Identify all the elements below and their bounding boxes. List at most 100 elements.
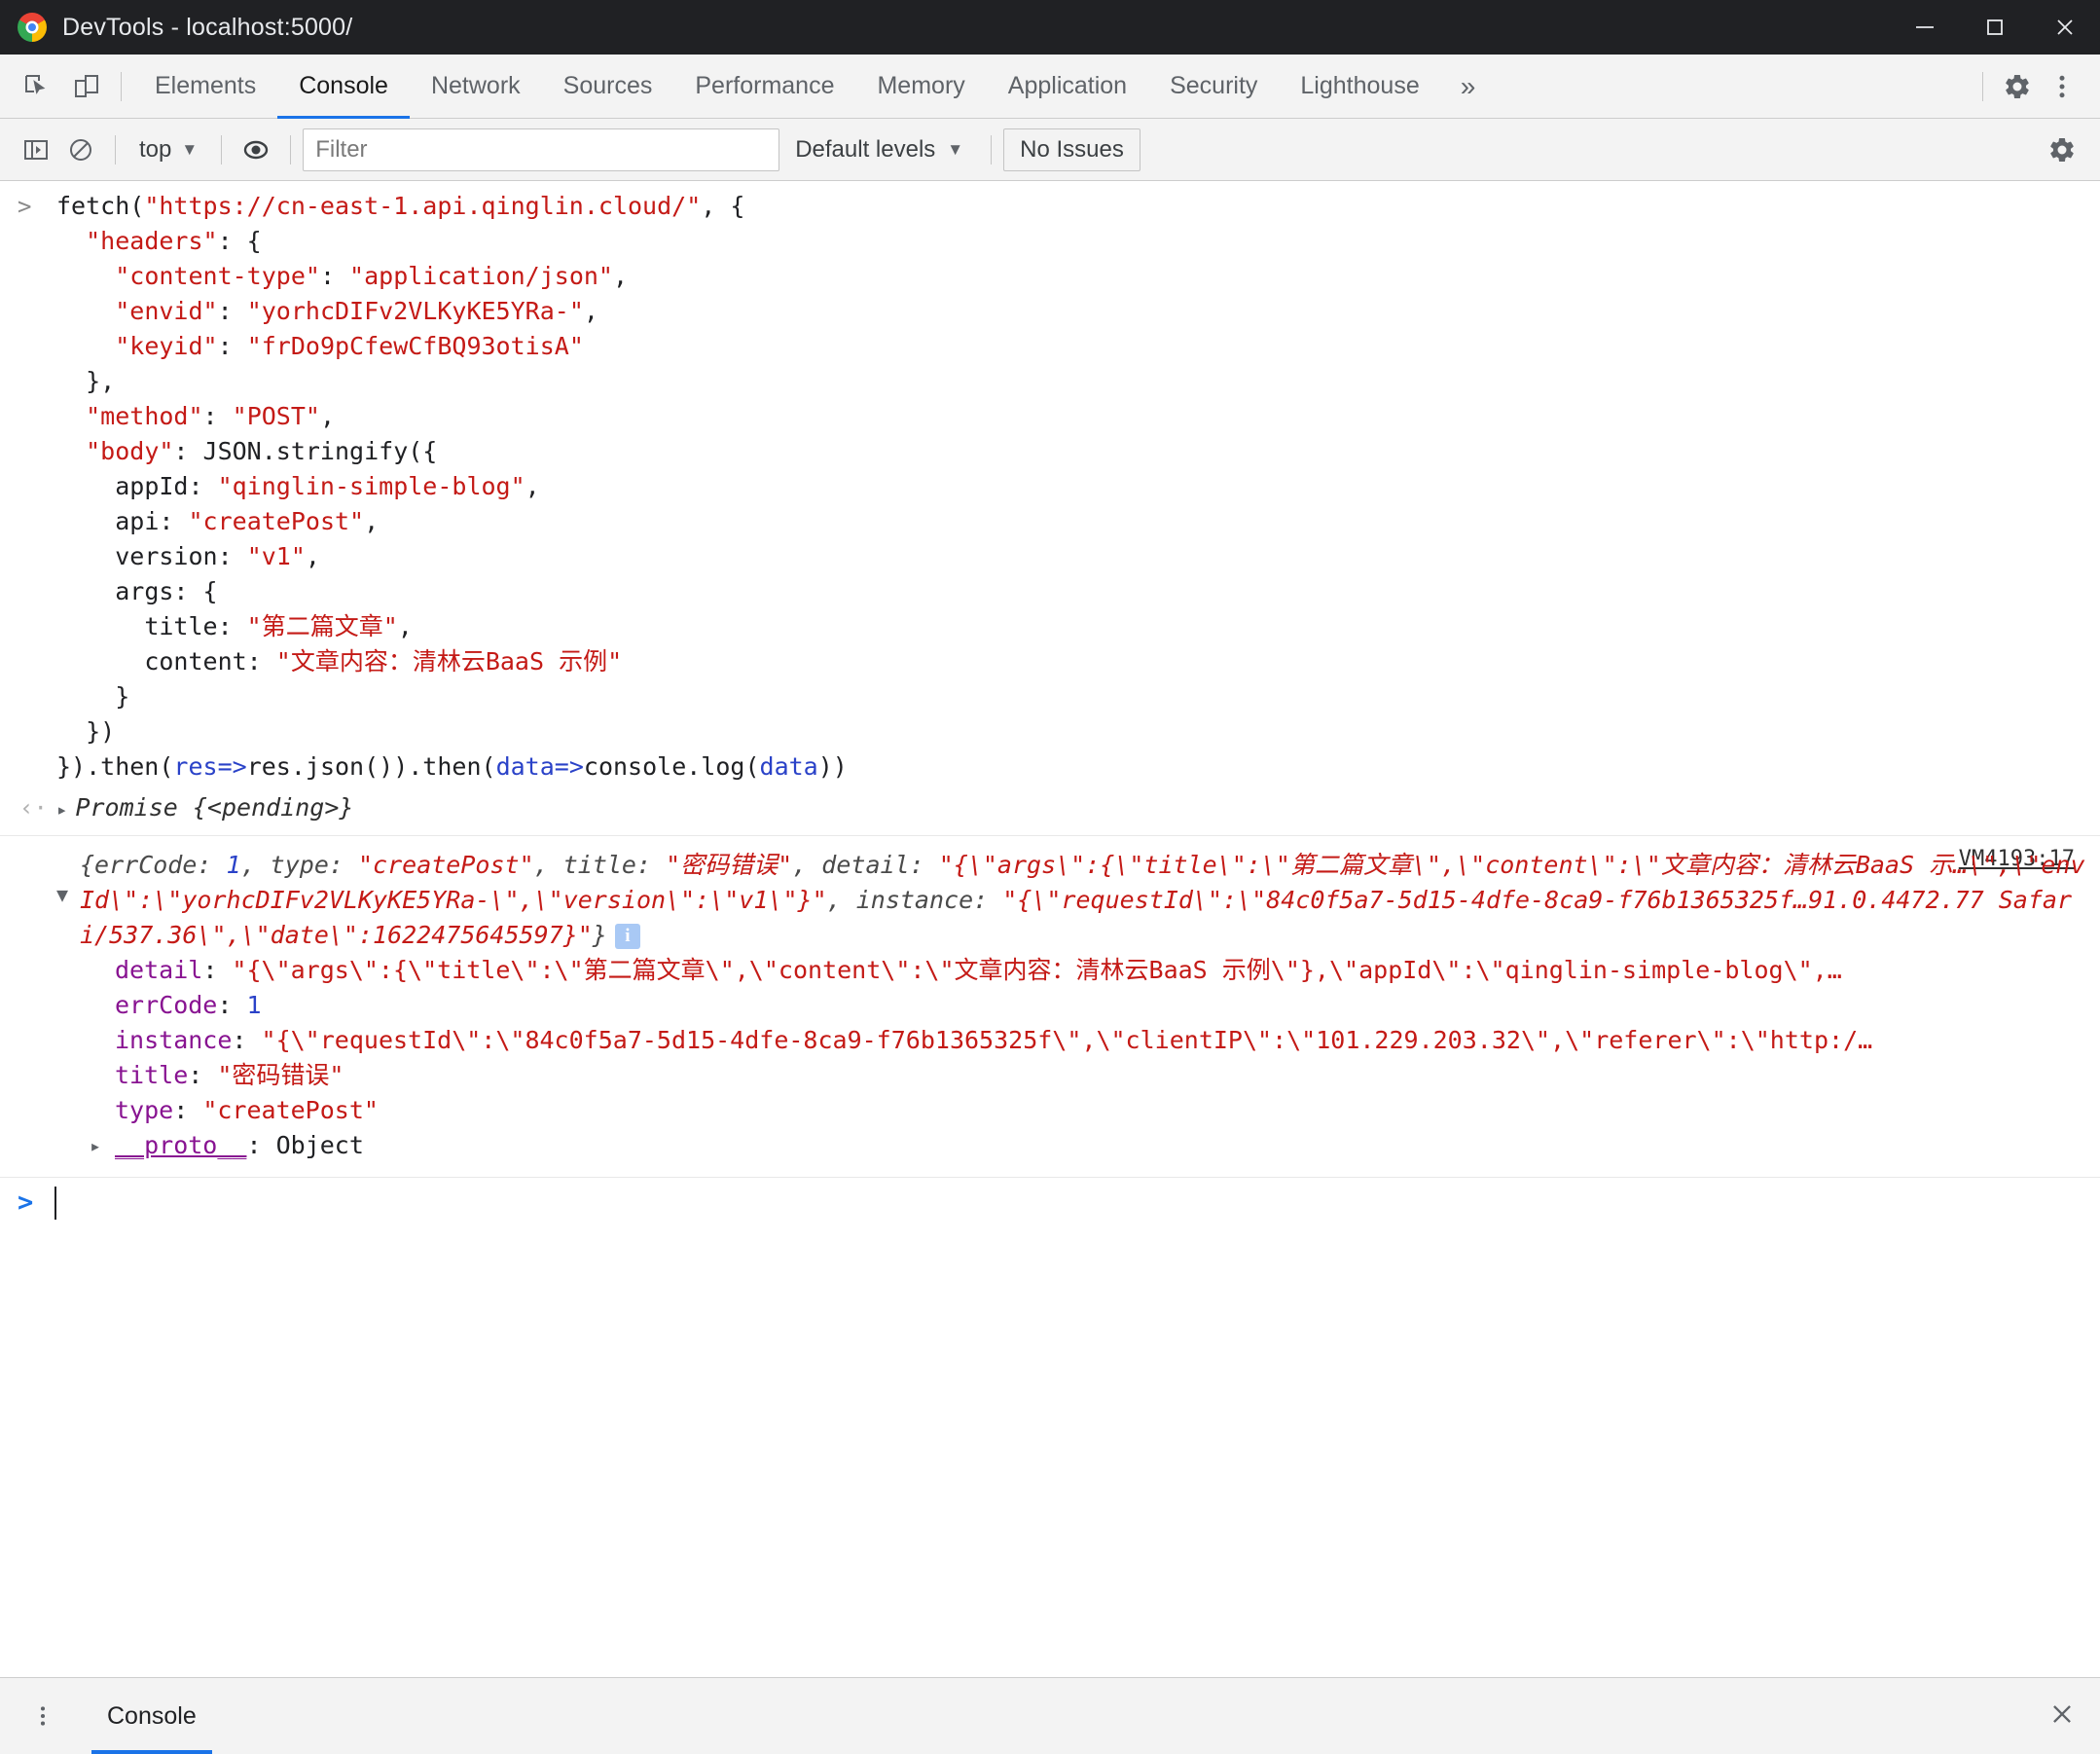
preview-title: "密码错误"	[666, 851, 793, 879]
console-logged-object: VM4193:17 ▼ {errCode: 1, type: "createPo…	[0, 836, 2100, 1178]
promise-disclosure-triangle[interactable]: ▸	[56, 799, 67, 821]
code-line-15: }	[115, 682, 130, 711]
preview-errcode: 1	[226, 851, 241, 879]
window-title: DevTools - localhost:5000/	[62, 13, 353, 41]
log-levels-selector[interactable]: Default levels ▼	[779, 128, 979, 171]
proto-disclosure-triangle[interactable]: ▸	[90, 1128, 101, 1163]
tab-lighthouse[interactable]: Lighthouse	[1279, 55, 1440, 119]
tab-memory[interactable]: Memory	[855, 55, 986, 119]
gear-icon[interactable]	[1995, 64, 2040, 109]
property-row-title[interactable]: title: "密码错误"	[115, 1058, 2090, 1093]
property-row-detail[interactable]: detail: "{\"args\":{\"title\":\"第二篇文章\",…	[115, 953, 2090, 988]
property-value-instance: "{\"requestId\":\"84c0f5a7-5d15-4dfe-8ca…	[261, 1026, 1873, 1054]
close-icon[interactable]	[2030, 0, 2100, 55]
code-line-14-val: "文章内容：清林云BaaS 示例"	[275, 647, 623, 676]
tab-application[interactable]: Application	[987, 55, 1148, 119]
property-row-type[interactable]: type: "createPost"	[115, 1093, 2090, 1128]
promise-value: Promise {<pending>}	[75, 793, 354, 822]
property-row-proto[interactable]: ▸ __proto__: Object	[0, 1128, 2100, 1163]
code-line-10-val: "createPost"	[188, 507, 365, 535]
input-arrow-icon: >	[18, 193, 32, 220]
code-line-16: })	[86, 717, 116, 746]
toolbar-divider-right	[1982, 71, 1983, 101]
close-drawer-icon[interactable]	[2047, 1699, 2100, 1734]
panel-tab-bar: Elements Console Network Sources Perform…	[0, 55, 2100, 119]
console-prompt[interactable]: >	[0, 1178, 2100, 1228]
code-line-1-b: , {	[701, 192, 745, 220]
minimize-icon[interactable]	[1890, 0, 1960, 55]
maximize-icon[interactable]	[1960, 0, 2030, 55]
object-preview[interactable]: {errCode: 1, type: "createPost", title: …	[0, 848, 2100, 953]
clear-console-icon[interactable]	[58, 128, 103, 172]
code-line-7-val: "POST"	[232, 402, 320, 430]
code-line-17-res2: res	[246, 752, 291, 781]
log-levels-label: Default levels	[795, 135, 936, 163]
device-toolbar-icon[interactable]	[64, 64, 109, 109]
property-row-instance[interactable]: instance: "{\"requestId\":\"84c0f5a7-5d1…	[115, 1023, 2090, 1058]
tab-elements[interactable]: Elements	[133, 55, 277, 119]
code-line-11-val: "v1"	[246, 542, 306, 570]
more-vertical-icon[interactable]	[2040, 64, 2084, 109]
property-key-errcode: errCode	[115, 991, 218, 1019]
code-line-12: args: {	[115, 577, 218, 605]
property-row-errcode[interactable]: errCode: 1	[115, 988, 2090, 1023]
live-expression-icon[interactable]	[234, 128, 278, 172]
text-cursor	[54, 1187, 57, 1220]
issues-button[interactable]: No Issues	[1003, 128, 1141, 171]
tab-sources[interactable]: Sources	[542, 55, 674, 119]
tab-console[interactable]: Console	[277, 55, 410, 119]
execution-context-label: top	[139, 135, 172, 163]
proto-separator: :	[246, 1131, 276, 1159]
code-line-10-key: api:	[115, 507, 189, 535]
preview-prefix: {errCode:	[80, 851, 227, 879]
panel-tabs: Elements Console Network Sources Perform…	[133, 55, 1495, 119]
property-key-detail: detail	[115, 956, 203, 984]
preview-rest-4: , instance:	[826, 886, 1003, 914]
property-key-proto: __proto__	[115, 1131, 247, 1159]
execution-context-selector[interactable]: top ▼	[127, 128, 209, 171]
inspect-element-icon[interactable]	[14, 64, 58, 109]
console-messages: > fetch("https://cn-east-1.api.qinglin.c…	[0, 181, 2100, 1677]
property-value-title: "密码错误"	[217, 1061, 344, 1089]
info-badge-icon[interactable]: i	[614, 924, 640, 949]
preview-type: "createPost"	[358, 851, 534, 879]
title-bar: DevTools - localhost:5000/	[0, 0, 2100, 55]
property-key-instance: instance	[115, 1026, 233, 1054]
inspect-tools	[0, 64, 109, 109]
code-line-8-rest: : JSON.stringify({	[173, 437, 438, 465]
console-filter-bar: top ▼ Default levels ▼ No Issues	[0, 119, 2100, 181]
code-line-13-key: title:	[144, 612, 247, 640]
drawer-more-icon[interactable]	[21, 1695, 64, 1737]
code-line-17-data2: data	[759, 752, 818, 781]
tab-performance[interactable]: Performance	[673, 55, 855, 119]
prompt-caret-icon: >	[18, 1188, 34, 1218]
filterbar-divider-2	[221, 134, 223, 164]
code-line-9-key: appId:	[115, 472, 218, 500]
toolbar-divider	[121, 71, 122, 101]
code-line-2-rest: : {	[217, 227, 262, 255]
title-bar-left: DevTools - localhost:5000/	[0, 13, 352, 42]
drawer-tab-console[interactable]: Console	[91, 1678, 212, 1754]
chrome-logo-icon	[18, 13, 47, 42]
code-line-9-val: "qinglin-simple-blog"	[217, 472, 525, 500]
code-line-5-val: "frDo9pCfewCfBQ93otisA"	[246, 332, 584, 360]
property-key-title: title	[115, 1061, 189, 1089]
code-line-17-a: }).then(	[56, 752, 174, 781]
console-input-message: > fetch("https://cn-east-1.api.qinglin.c…	[0, 181, 2100, 785]
code-line-4-key: "envid"	[115, 297, 218, 325]
filter-input[interactable]	[303, 128, 780, 171]
tab-network[interactable]: Network	[410, 55, 542, 119]
code-line-6: },	[86, 367, 116, 395]
console-drawer: Console	[0, 1677, 2100, 1754]
console-result-promise: ‹· ▸ Promise {<pending>}	[0, 785, 2100, 836]
result-arrow-icon: ‹·	[19, 794, 48, 822]
tab-security[interactable]: Security	[1148, 55, 1279, 119]
code-line-17-data: data	[495, 752, 555, 781]
more-tabs-icon[interactable]: »	[1441, 55, 1496, 119]
filterbar-divider-1	[115, 134, 116, 164]
console-settings-gear-icon[interactable]	[2040, 128, 2084, 172]
preview-rest-1: , type:	[240, 851, 358, 879]
show-console-sidebar-icon[interactable]	[14, 128, 58, 172]
devtools-window: DevTools - localhost:5000/ Elements Cons…	[0, 0, 2100, 1754]
code-line-17-c: .json()).then(	[290, 752, 496, 781]
